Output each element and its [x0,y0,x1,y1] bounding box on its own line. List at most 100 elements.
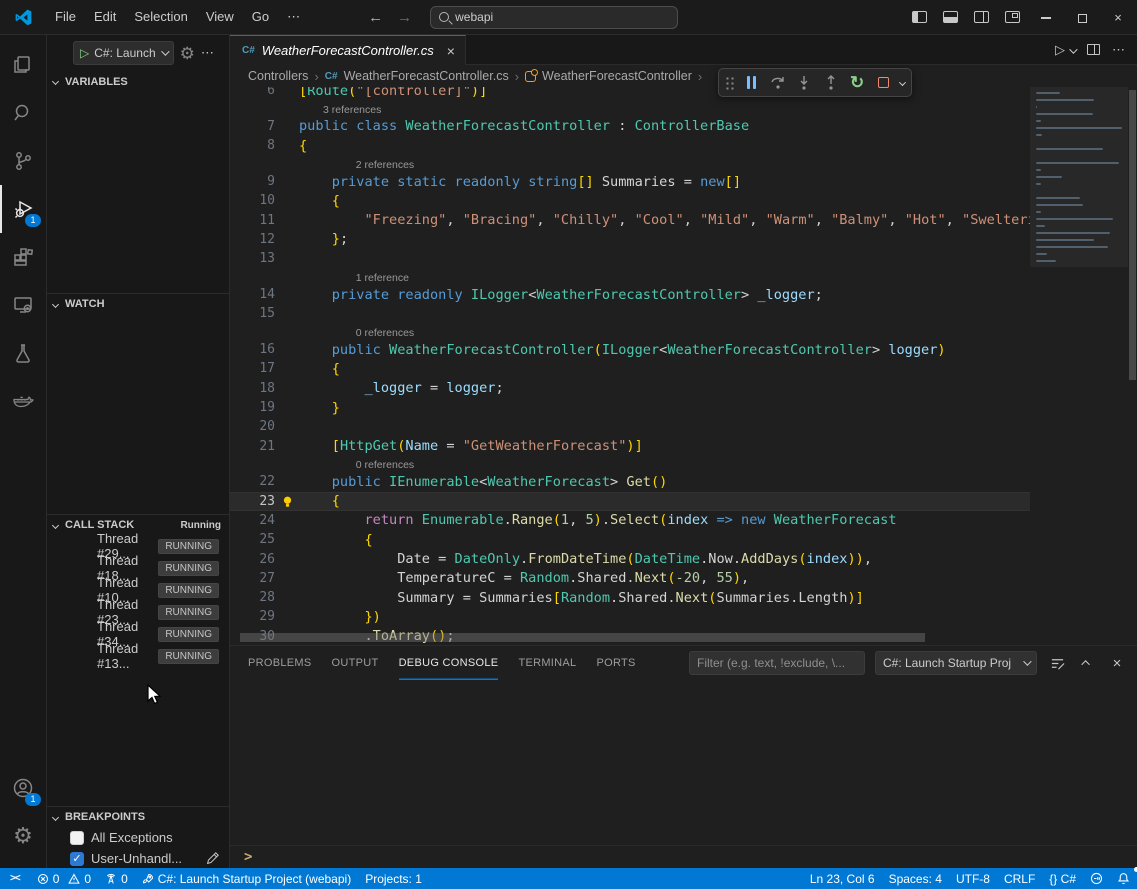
menu-[interactable]: ⋯ [279,5,308,29]
tab-close-icon[interactable]: × [447,43,455,59]
tab-weatherforecastcontroller[interactable]: C# WeatherForecastController.cs × [230,35,466,65]
thread-row[interactable]: Thread #13...RUNNING [47,645,229,667]
menu-selection[interactable]: Selection [126,5,195,29]
panel-tab-debug-console[interactable]: DEBUG CONSOLE [399,646,499,680]
code-line-17[interactable]: 17 { [230,359,1030,378]
codelens-references[interactable]: 3 references [230,100,1030,117]
debug-console-filter-input[interactable]: Filter (e.g. text, !exclude, \... [689,651,865,675]
debug-console-output[interactable] [230,680,1137,845]
code-line-13[interactable]: 13 [230,249,1030,268]
code-line-12[interactable]: 12 }; [230,230,1030,249]
breadcrumb-file[interactable]: WeatherForecastController.cs [344,69,509,83]
menu-file[interactable]: File [47,5,84,29]
section-breakpoints[interactable]: BREAKPOINTS [47,806,229,827]
vertical-scrollbar[interactable] [1128,87,1137,645]
cursor-position[interactable]: Ln 23, Col 6 [803,868,882,889]
activity-run-debug[interactable]: 1 [0,185,47,233]
code-line-28[interactable]: 28 Summary = Summaries[Random.Shared.Nex… [230,588,1030,607]
toggle-panel-icon[interactable] [943,11,958,23]
view-more-actions-icon[interactable]: ⋯ [201,45,214,61]
maximize-panel-icon[interactable] [1077,653,1097,673]
code-line-25[interactable]: 25 { [230,530,1030,549]
eol-status[interactable]: CRLF [997,868,1042,889]
panel-tab-problems[interactable]: PROBLEMS [248,646,312,680]
chevron-down-icon[interactable] [899,79,906,86]
code-line-16[interactable]: 16 public WeatherForecastController(ILog… [230,340,1030,359]
projects-status[interactable]: Projects: 1 [358,868,429,889]
code-line-26[interactable]: 26 Date = DateOnly.FromDateTime(DateTime… [230,549,1030,568]
minimap[interactable] [1030,87,1128,645]
clear-console-icon[interactable] [1047,653,1067,673]
csharp-devkit-status-icon[interactable] [1083,868,1110,889]
close-panel-icon[interactable]: × [1107,653,1127,673]
code-line-15[interactable]: 15 [230,304,1030,323]
code-line-14[interactable]: 14 private readonly ILogger<WeatherForec… [230,285,1030,304]
breakpoint-checkbox[interactable] [70,831,84,845]
edit-breakpoint-pencil-icon[interactable] [206,852,219,865]
toggle-secondary-sidebar-icon[interactable] [974,11,989,23]
code-line-9[interactable]: 9 private static readonly string[] Summa… [230,172,1030,191]
close-button[interactable]: × [1103,8,1133,27]
customize-layout-icon[interactable] [1005,11,1020,23]
code-line-29[interactable]: 29 }) [230,607,1030,626]
activity-remote-explorer[interactable] [0,281,47,329]
code-line-24[interactable]: 24 return Enumerable.Range(1, 5).Select(… [230,511,1030,530]
horizontal-scrollbar[interactable] [240,633,925,642]
code-line-19[interactable]: 19 } [230,398,1030,417]
maximize-button[interactable] [1067,8,1097,27]
menu-view[interactable]: View [198,5,242,29]
section-watch[interactable]: WATCH [47,293,229,314]
debug-console-input-row[interactable]: > [230,845,1137,868]
activity-docker[interactable] [0,377,47,425]
codelens-references[interactable]: 2 references [230,155,1030,172]
run-code-button[interactable]: ▷ [1055,42,1075,58]
menu-edit[interactable]: Edit [86,5,124,29]
activity-extensions[interactable] [0,233,47,281]
split-editor-icon[interactable] [1087,44,1100,55]
code-line-18[interactable]: 18 _logger = logger; [230,379,1030,398]
encoding-status[interactable]: UTF-8 [949,868,997,889]
activity-search[interactable] [0,89,47,137]
ports-status[interactable]: 0 [98,868,135,889]
breakpoint-checkbox[interactable]: ✓ [70,852,84,866]
code-line-11[interactable]: 11 "Freezing", "Bracing", "Chilly", "Coo… [230,210,1030,229]
launch-config-dropdown[interactable]: ▷ C#: Launch [73,41,174,65]
activity-accounts[interactable]: 1 [0,764,47,812]
toggle-sidebar-icon[interactable] [912,11,927,23]
panel-tab-terminal[interactable]: TERMINAL [518,646,576,680]
problems-status[interactable]: 0 0 [30,868,98,889]
breadcrumb-symbol[interactable]: WeatherForecastController [542,69,692,83]
breadcrumb-folder[interactable]: Controllers [248,69,308,83]
minimize-button[interactable] [1031,8,1061,27]
remote-indicator[interactable]: >< [0,868,30,889]
editor-more-actions-icon[interactable]: ⋯ [1112,42,1125,58]
pause-button[interactable] [740,71,763,95]
code-line-8[interactable]: 8{ [230,136,1030,155]
code-line-10[interactable]: 10 { [230,191,1030,210]
step-into-button[interactable] [793,71,816,95]
command-center-search[interactable]: webapi [430,6,678,29]
activity-testing[interactable] [0,329,47,377]
restart-button[interactable]: ↺ [845,71,868,95]
step-out-button[interactable] [819,71,842,95]
code-line-23[interactable]: 23 { [230,492,1030,511]
codelens-references[interactable]: 0 references [230,323,1030,340]
configure-launch-gear-icon[interactable]: ⚙ [180,45,195,62]
stop-button[interactable] [872,71,895,95]
codelens-references[interactable]: 1 reference [230,268,1030,285]
activity-explorer[interactable] [0,41,47,89]
code-line-22[interactable]: 22 public IEnumerable<WeatherForecast> G… [230,472,1030,491]
lightbulb-glyph[interactable] [275,495,299,508]
nav-forward-icon[interactable]: → [397,9,412,26]
section-variables[interactable]: VARIABLES [47,71,229,92]
notifications-bell-icon[interactable] [1110,868,1137,889]
language-mode[interactable]: {} C# [1042,868,1083,889]
breakpoint-row[interactable]: ✓User-Unhandl... [47,848,229,869]
start-debug-icon[interactable]: ▷ [80,46,89,60]
activity-settings[interactable]: ⚙ [0,812,47,860]
drag-grip-icon[interactable] [725,76,735,90]
indentation-status[interactable]: Spaces: 4 [882,868,949,889]
step-over-button[interactable] [766,71,789,95]
activity-source-control[interactable] [0,137,47,185]
panel-tab-ports[interactable]: PORTS [596,646,635,680]
